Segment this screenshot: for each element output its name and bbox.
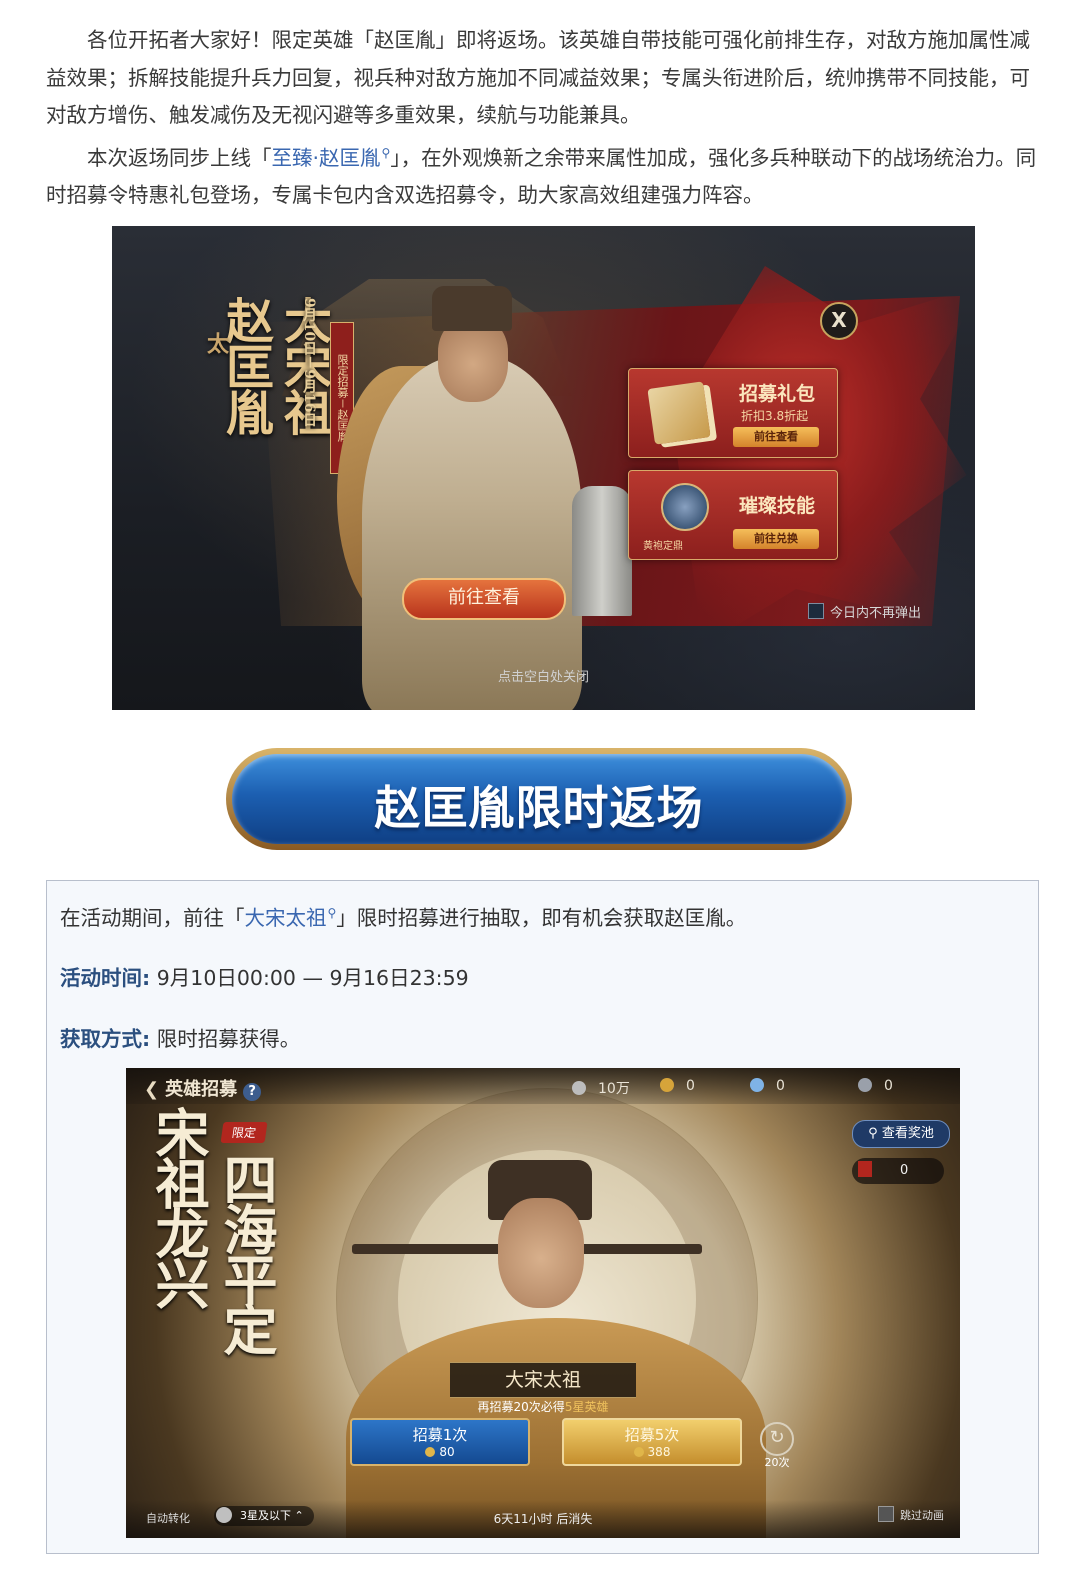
- return-banner: 赵匡胤限时返场: [226, 748, 852, 850]
- gold-coin-icon: [660, 1078, 674, 1092]
- refresh-icon[interactable]: ↻: [760, 1422, 794, 1456]
- hero-portrait: [362, 356, 582, 710]
- recruit-title: ❮ 英雄招募?: [144, 1075, 262, 1101]
- checkbox[interactable]: [878, 1506, 894, 1522]
- skill-icon-label: 黄袍定鼎: [643, 541, 683, 552]
- dont-show-label: 今日内不再弹出: [830, 606, 922, 621]
- slogan-line-1: 宋祖龙兴: [146, 1106, 210, 1306]
- popup-title-small: 太: [203, 332, 229, 352]
- skill-card[interactable]: 黄袍定鼎 璀璨技能 前往兑换: [628, 470, 838, 560]
- recruit-pack-card[interactable]: 招募礼包 折扣3.8折起 前往查看: [628, 368, 838, 458]
- resource-gold: 0: [660, 1078, 695, 1094]
- slogan-line-2: 四海平定: [214, 1152, 278, 1352]
- intro-paragraph-1: 各位开拓者大家好！限定英雄「赵匡胤」即将返场。该英雄自带技能可强化前排生存，对敌…: [46, 28, 1030, 127]
- resource-diamond: 0: [750, 1078, 785, 1094]
- event-time-value: 9月10日00:00 — 9月16日23:59: [156, 966, 469, 990]
- go-view-button[interactable]: 前往查看: [402, 578, 566, 620]
- skip-animation-toggle[interactable]: 跳过动画: [878, 1506, 944, 1523]
- event-description: 在活动期间，前往「大宋太祖⚲」限时招募进行抽取，即有机会获取赵匡胤。: [60, 906, 747, 930]
- recruit-pack-button[interactable]: 前往查看: [733, 427, 819, 447]
- ticket-icon: [858, 1161, 872, 1177]
- refresh-count: 20次: [764, 1456, 790, 1469]
- guarantee-text: 再招募20次必得5星英雄: [477, 1400, 609, 1414]
- obtain-method: 获取方式: 限时招募获得。: [60, 1022, 300, 1052]
- dont-show-today[interactable]: 今日内不再弹出: [808, 602, 921, 621]
- event-time-label: 活动时间:: [60, 966, 151, 990]
- banner-inner: 赵匡胤限时返场: [232, 754, 846, 844]
- search-icon[interactable]: ⚲: [328, 906, 337, 920]
- resource-silver: 10万: [572, 1078, 630, 1098]
- stone-pillar: [572, 486, 632, 616]
- popup-date: 9月10日－9月16日: [301, 298, 317, 427]
- intro-p2-before: 本次返场同步上线「: [87, 145, 272, 170]
- recruit-five-button[interactable]: 招募5次 388: [562, 1418, 742, 1466]
- obtain-method-value: 限时招募获得。: [156, 1027, 301, 1051]
- intro-paragraph-2: 本次返场同步上线「至臻·赵匡胤⚲」，在外观焕新之余带来属性加成，强化多兵种联动下…: [46, 135, 1042, 215]
- diamond-icon: [750, 1078, 764, 1092]
- event-popup-screenshot: 大宋祖 赵匡胤 太 9月10日－9月16日 限定招募－赵匡胤 X 招募礼包 折扣3…: [112, 226, 975, 710]
- limited-badge: 限定: [220, 1122, 268, 1143]
- view-pool-button[interactable]: ⚲ 查看奖池: [852, 1120, 950, 1148]
- resource-crown: 0: [858, 1078, 893, 1094]
- hero-skin-link[interactable]: 至臻·赵匡胤: [272, 145, 381, 169]
- card-pack-icon: [647, 381, 711, 445]
- coin-icon: [633, 1447, 644, 1457]
- hero-hat: [432, 286, 512, 331]
- intro-text: 各位开拓者大家好！限定英雄「赵匡胤」即将返场。该英雄自带技能可强化前排生存，对敌…: [46, 22, 1042, 214]
- recruit-hero-portrait: [498, 1198, 584, 1308]
- magnifier-icon: ⚲: [868, 1126, 882, 1141]
- recruit-pool-name: 大宋太祖: [450, 1362, 636, 1398]
- obtain-method-label: 获取方式:: [60, 1027, 151, 1051]
- help-icon[interactable]: ?: [243, 1083, 262, 1101]
- tap-to-close-hint: 点击空白处关闭: [497, 670, 589, 685]
- recruit-pack-title: 招募礼包: [739, 383, 816, 405]
- event-time: 活动时间: 9月10日00:00 — 9月16日23:59: [60, 961, 469, 991]
- recruit-pack-discount: 折扣3.8折起: [741, 409, 809, 423]
- back-arrow-icon[interactable]: ❮: [144, 1079, 159, 1100]
- recruit-pool-link[interactable]: 大宋太祖: [245, 906, 327, 930]
- banner-title: 赵匡胤限时返场: [374, 781, 704, 835]
- checkbox[interactable]: [808, 603, 824, 619]
- silver-coin-icon: [572, 1081, 586, 1095]
- skill-icon: [661, 483, 709, 531]
- skill-exchange-button[interactable]: 前往兑换: [733, 529, 819, 549]
- crown-icon: [858, 1078, 872, 1092]
- skill-title: 璀璨技能: [739, 495, 816, 517]
- recruit-once-button[interactable]: 招募1次 80: [350, 1418, 530, 1466]
- recruit-ticket-count: 0: [852, 1158, 944, 1184]
- expire-countdown: 6天11小时 后消失: [493, 1512, 593, 1526]
- search-icon[interactable]: ⚲: [382, 146, 391, 160]
- recruit-screen-screenshot: ❮ 英雄招募? 10万 0 0 0 限定 宋祖龙兴 四海平定 ⚲ 查看奖池 0 大…: [126, 1068, 960, 1538]
- close-button[interactable]: X: [820, 302, 858, 340]
- coin-icon: [425, 1447, 436, 1457]
